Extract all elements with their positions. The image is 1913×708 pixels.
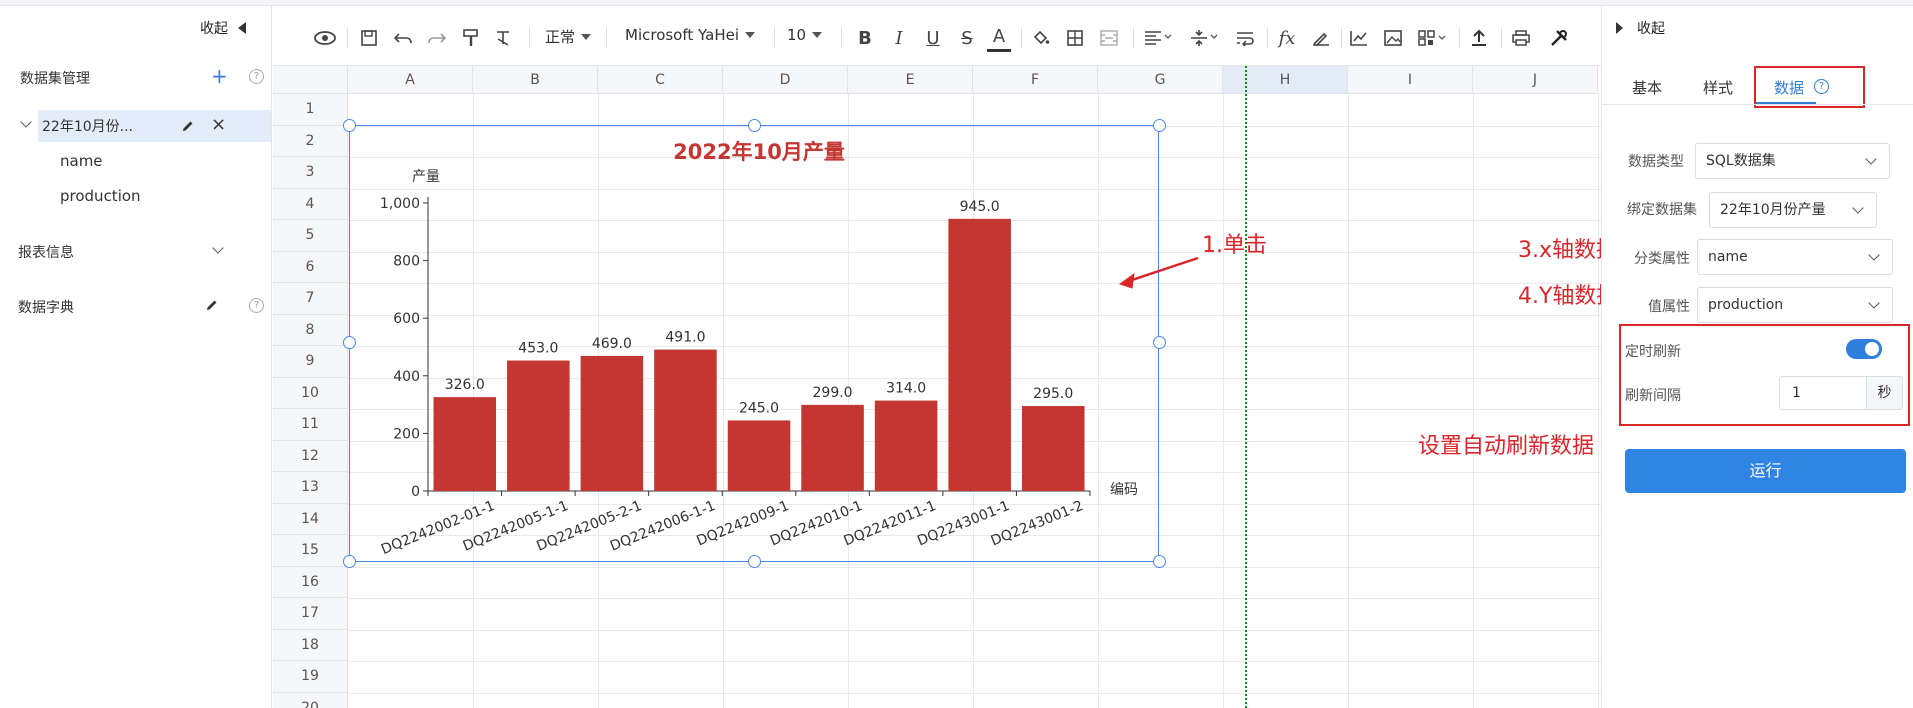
category-value: name [1708,249,1748,265]
annotation-auto-refresh: 设置自动刷新数据 [1418,434,1595,459]
tab-style[interactable]: 样式 [1703,77,1733,98]
category-select[interactable]: name [1697,239,1893,275]
tab-data[interactable]: 数据 [1774,77,1804,98]
run-button[interactable]: 运行 [1625,449,1906,493]
chevron-down-icon [1868,297,1880,309]
bind-dataset-value: 22年10月份产量 [1720,202,1826,218]
right-collapse-button[interactable]: 收起 [1616,18,1665,38]
toggle-knob [1865,342,1879,356]
chevron-down-icon [1852,202,1864,214]
bind-dataset-label: 绑定数据集 [1627,202,1697,218]
collapse-right-icon [1616,22,1623,34]
data-type-value: SQL数据集 [1706,153,1776,169]
refresh-interval-label: 刷新间隔 [1625,388,1681,404]
value-select-value: production [1708,297,1784,313]
category-label: 分类属性 [1634,251,1690,267]
tab-data-label: 数据 [1774,79,1805,97]
timer-refresh-label: 定时刷新 [1625,344,1681,360]
chevron-down-icon [1868,249,1880,261]
interval-unit-label: 秒 [1867,376,1903,410]
value-label: 值属性 [1648,299,1690,315]
collapse-label: 收起 [1637,21,1665,37]
bind-dataset-select[interactable]: 22年10月份产量 [1709,192,1877,228]
chevron-down-icon [1865,153,1877,165]
data-type-select[interactable]: SQL数据集 [1695,143,1890,179]
annotation-step1: 1.单击 [1202,233,1267,258]
timer-refresh-toggle[interactable] [1846,339,1882,359]
help-icon[interactable]: ? [1814,79,1829,94]
data-type-label: 数据类型 [1628,154,1684,170]
value-select[interactable]: production [1697,287,1893,323]
tab-basic[interactable]: 基本 [1632,77,1662,98]
right-panel: 收起 基本 样式 数据 ? 数据类型 SQL数据集 绑定数据集 22年10月份产… [1601,6,1913,708]
refresh-interval-input[interactable]: 1 [1779,376,1867,410]
tabs-divider [1602,104,1913,105]
report-designer: 收起 数据集管理 + ? 22年10月份... × name productio… [0,0,1913,708]
